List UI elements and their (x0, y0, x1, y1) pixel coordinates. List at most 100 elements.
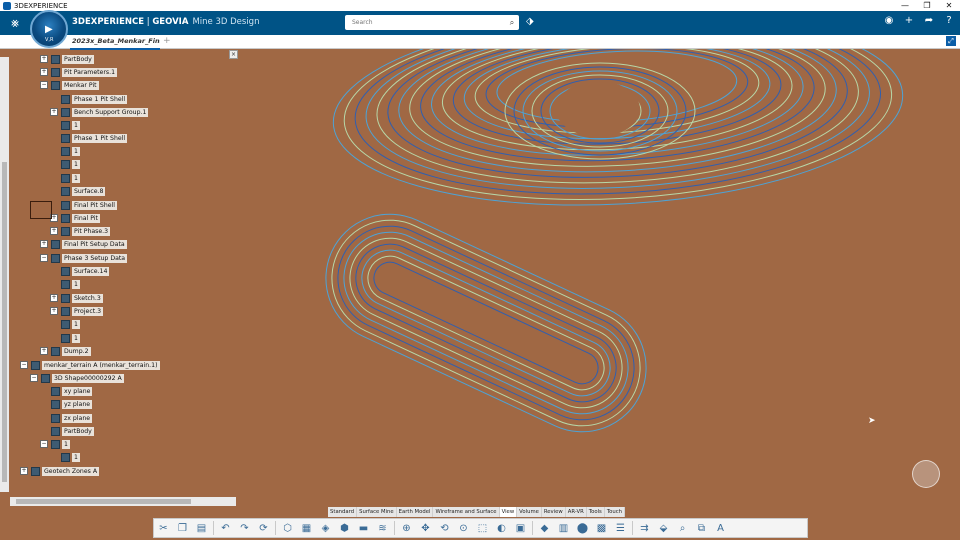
tree-node[interactable]: zx plane (40, 413, 93, 423)
tree-node[interactable]: Phase 1 Pit Shell (50, 94, 128, 104)
play-icon[interactable]: ▶ (45, 24, 53, 35)
scroll-thumb[interactable] (2, 162, 7, 482)
tree-vertical-scrollbar[interactable] (0, 57, 9, 492)
tree-node[interactable]: 1 (50, 319, 80, 329)
help-icon[interactable]: ? (942, 15, 956, 26)
copy-icon[interactable]: ❐ (174, 521, 191, 535)
update-icon[interactable]: ⟳ (255, 521, 272, 535)
tree-node[interactable]: + Pit Phase.3 (50, 226, 111, 236)
tree-expander-icon[interactable]: + (40, 68, 48, 76)
tree-expander-icon[interactable]: + (50, 307, 58, 315)
section-tab[interactable]: Review (542, 507, 566, 517)
layers-icon[interactable]: ☰ (612, 521, 629, 535)
tree-node-label[interactable]: Phase 1 Pit Shell (72, 133, 128, 143)
tree-node[interactable]: − Menkar Pit (40, 80, 99, 90)
3d-viewport[interactable] (0, 49, 960, 540)
analysis-icon[interactable]: ◈ (317, 521, 334, 535)
tree-node[interactable]: 1 (50, 159, 80, 169)
tree-node-label[interactable]: Project.3 (72, 306, 104, 316)
close-icon[interactable]: ✕ (938, 0, 960, 11)
tree-node-label[interactable]: Pit Phase.3 (72, 226, 111, 236)
grid-icon[interactable]: ▩ (593, 521, 610, 535)
tree-node[interactable]: + Bench Support Group.1 (50, 107, 149, 117)
tree-node-label[interactable]: Geotech Zones A (42, 466, 100, 476)
font-icon[interactable]: A (712, 521, 729, 535)
zoom-icon[interactable]: ⊕ (398, 521, 415, 535)
undo-icon[interactable]: ↶ (217, 521, 234, 535)
add-tab-button[interactable]: + (163, 35, 171, 47)
section-tab[interactable]: Earth Model (397, 507, 434, 517)
tree-node-label[interactable]: 1 (62, 439, 70, 449)
search-input[interactable] (350, 18, 505, 27)
tree-node-label[interactable]: 1 (72, 146, 80, 156)
tree-node-label[interactable]: Sketch.3 (72, 293, 103, 303)
tree-expander-icon[interactable]: + (20, 467, 28, 475)
clip-icon[interactable]: ▥ (555, 521, 572, 535)
select-icon[interactable]: ⬡ (279, 521, 296, 535)
tree-node-label[interactable]: yz plane (62, 399, 93, 409)
tree-node[interactable]: Surface.8 (50, 186, 106, 196)
minimize-icon[interactable]: — (894, 0, 916, 11)
tree-node-label[interactable]: Surface.8 (72, 186, 106, 196)
tree-node-label[interactable]: Pit Parameters.1 (62, 67, 118, 77)
section-tab[interactable]: Wireframe and Surface (433, 507, 500, 517)
tree-expander-icon[interactable]: + (40, 240, 48, 248)
section-tab[interactable]: Tools (587, 507, 605, 517)
share-icon[interactable]: ➦ (922, 15, 936, 26)
section-tab[interactable]: Surface Mine (357, 507, 397, 517)
tree-node-label[interactable]: Bench Support Group.1 (72, 107, 149, 117)
tree-node-label[interactable]: PartBody (62, 426, 94, 436)
tree-expander-icon[interactable]: − (20, 361, 28, 369)
capture-icon[interactable]: ⧉ (693, 521, 710, 535)
rotate-icon[interactable]: ⟲ (436, 521, 453, 535)
redo-icon[interactable]: ↷ (236, 521, 253, 535)
tree-node[interactable]: yz plane (40, 399, 93, 409)
tree-expander-icon[interactable]: + (40, 347, 48, 355)
tree-collapse-icon[interactable]: × (229, 50, 238, 59)
search-icon[interactable]: ⌕ (505, 18, 519, 28)
tree-node-label[interactable]: 1 (72, 159, 80, 169)
tree-node-label[interactable]: Phase 1 Pit Shell (72, 94, 128, 104)
tree-node-label[interactable]: 1 (72, 333, 80, 343)
tree-node-label[interactable]: PartBody (62, 54, 94, 64)
camera-icon[interactable]: ⬚ (474, 521, 491, 535)
export-icon[interactable]: ⇉ (636, 521, 653, 535)
section-icon[interactable]: ⬢ (336, 521, 353, 535)
tree-node[interactable]: + Final Pit (50, 213, 100, 223)
tree-node[interactable]: + Final Pit Setup Data (40, 239, 127, 249)
tree-node[interactable]: 1 (50, 146, 80, 156)
tree-node[interactable]: −1 (40, 439, 70, 449)
tree-node-label[interactable]: Final Pit (72, 213, 100, 223)
tree-node[interactable]: + Dump.2 (40, 346, 91, 356)
tag-icon[interactable]: ⬗ (526, 16, 534, 27)
robot-widget[interactable] (912, 460, 940, 488)
tree-expander-icon[interactable]: + (50, 108, 58, 116)
tree-node-label[interactable]: Final Pit Setup Data (62, 239, 127, 249)
tree-node-label[interactable]: 1 (72, 452, 80, 462)
tree-expander-icon[interactable]: − (40, 81, 48, 89)
tree-node[interactable]: + Sketch.3 (50, 293, 103, 303)
section-tab[interactable]: AR-VR (566, 507, 587, 517)
fit-all-icon[interactable]: ⊙ (455, 521, 472, 535)
ds-logo-icon[interactable]: ⨳ (4, 16, 26, 31)
tree-expander-icon[interactable]: − (40, 254, 48, 262)
tree-node[interactable]: Final Pit Shell (50, 200, 118, 210)
tree-node[interactable]: − menkar_terrain A (menkar_terrain.1) (20, 360, 160, 370)
scroll-thumb[interactable] (16, 499, 191, 504)
tab-document[interactable]: 2023x_Beta_Menkar_Final (70, 35, 160, 50)
tree-node[interactable]: 1 (50, 452, 80, 462)
ruler-icon[interactable]: ▬ (355, 521, 372, 535)
tree-node[interactable]: + Project.3 (50, 306, 104, 316)
tree-node[interactable]: 1 (50, 120, 80, 130)
section-tab[interactable]: Standard (328, 507, 358, 517)
tree-node-label[interactable]: 3D Shape00000292 A (52, 373, 124, 383)
section-tab[interactable]: Volume (517, 507, 542, 517)
render-icon[interactable]: ◐ (493, 521, 510, 535)
profile-icon[interactable]: ◉ (882, 15, 896, 26)
cube-icon[interactable]: ◆ (536, 521, 553, 535)
tree-node[interactable]: Surface.14 (50, 266, 110, 276)
tree-expander-icon[interactable]: + (40, 55, 48, 63)
tree-node-label[interactable]: Menkar Pit (62, 80, 99, 90)
section-tab[interactable]: Touch (605, 507, 626, 517)
tree-node[interactable]: Phase 1 Pit Shell (50, 133, 128, 143)
